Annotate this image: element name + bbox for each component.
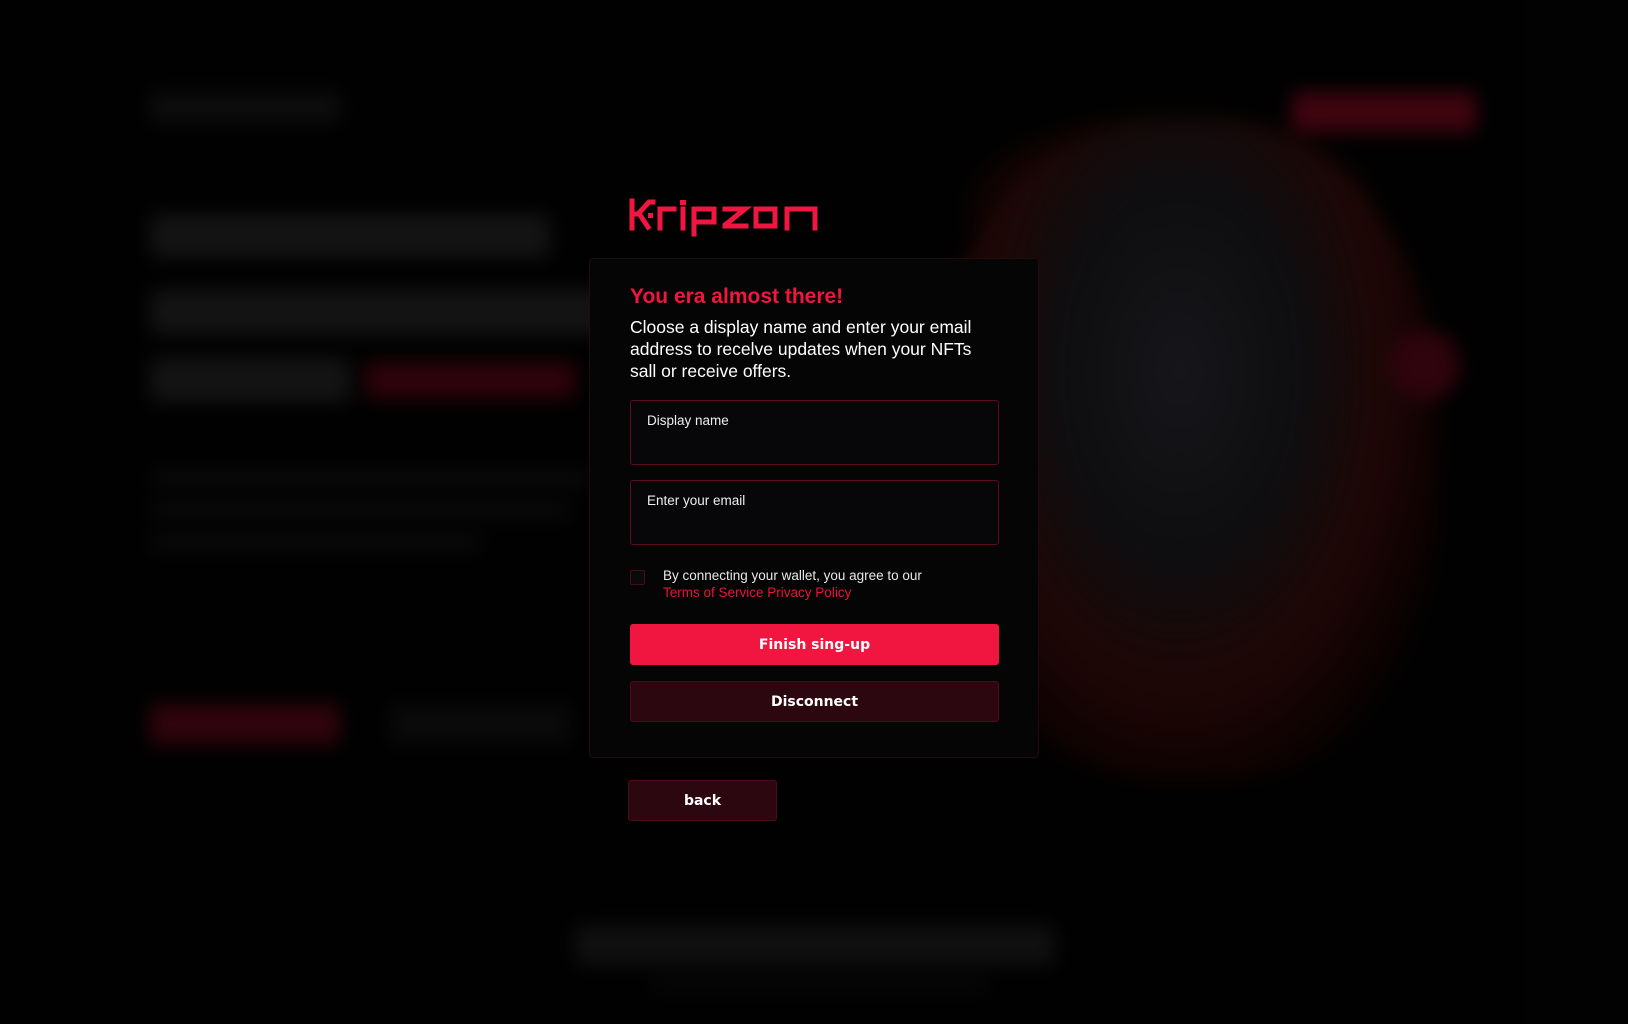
back-button[interactable]: back <box>628 780 777 821</box>
finish-signup-button[interactable]: Finish sing-up <box>630 624 999 665</box>
terms-of-service-link[interactable]: Terms of Service <box>663 585 764 600</box>
display-name-label: Display name <box>647 413 729 428</box>
modal-description: Cloose a display name and enter your ema… <box>630 317 972 381</box>
display-name-input[interactable] <box>647 433 977 455</box>
email-input[interactable] <box>647 513 977 535</box>
email-field[interactable]: Enter your email <box>630 480 999 545</box>
display-name-field[interactable]: Display name <box>630 400 999 465</box>
agreement-row: By connecting your wallet, you agree to … <box>630 567 998 601</box>
email-label: Enter your email <box>647 493 746 508</box>
signup-modal: You era almost there! Cloose a display n… <box>589 258 1039 758</box>
agreement-links: Terms of Service Privacy Policy <box>663 584 922 601</box>
back-label: back <box>683 792 722 809</box>
agreement-text: By connecting your wallet, you agree to … <box>663 568 922 583</box>
privacy-policy-link[interactable]: Privacy Policy <box>767 585 851 600</box>
disconnect-button[interactable]: Disconnect <box>630 681 999 722</box>
finish-signup-label: Finish sing-up <box>758 636 871 653</box>
agreement-checkbox[interactable] <box>630 570 645 585</box>
signup-screen: You era almost there! Cloose a display n… <box>0 0 1628 1024</box>
brand-logo <box>629 198 829 238</box>
agreement-text-block: By connecting your wallet, you agree to … <box>663 567 922 601</box>
disconnect-label: Disconnect <box>770 693 859 710</box>
modal-title: You era almost there! <box>630 285 844 308</box>
